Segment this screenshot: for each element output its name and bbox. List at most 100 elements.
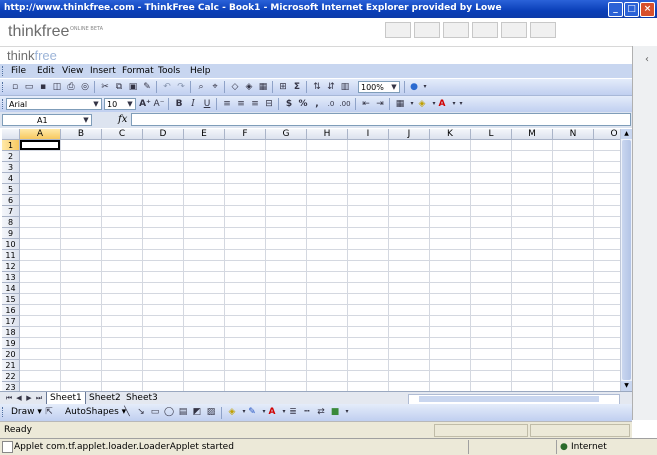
row-header[interactable]: 14 — [2, 283, 20, 294]
menu-file[interactable]: File — [11, 66, 26, 76]
sort-descending-icon[interactable]: ⇵ — [325, 81, 337, 93]
row-header[interactable]: 13 — [2, 272, 20, 283]
grow-font-icon[interactable]: A⁺ — [139, 98, 151, 110]
undo-icon[interactable]: ↶ — [161, 81, 173, 93]
column-header[interactable]: D — [143, 129, 184, 140]
row-header[interactable]: 15 — [2, 294, 20, 305]
vertical-scrollbar[interactable]: ▲ ▼ — [620, 129, 632, 391]
open-icon[interactable]: ▭ — [23, 81, 35, 93]
row-header[interactable]: 1 — [2, 140, 20, 151]
header-button-5[interactable] — [501, 22, 527, 38]
thinkfree-logo[interactable]: thinkfree — [8, 23, 69, 41]
menu-insert[interactable]: Insert — [90, 66, 116, 76]
header-button-2[interactable] — [414, 22, 440, 38]
select-objects-icon[interactable]: ⇱ — [43, 406, 55, 418]
clipart-icon[interactable]: ◩ — [191, 406, 203, 418]
sheet-tab-sheet2[interactable]: Sheet2 — [86, 392, 124, 404]
font-size-select[interactable]: 10 ▼ — [104, 98, 136, 110]
row-header[interactable]: 19 — [2, 338, 20, 349]
autoshapes-menu-button[interactable]: AutoShapes ▾ — [65, 407, 126, 417]
increase-decimal-icon[interactable]: .0 — [325, 98, 337, 110]
close-button[interactable]: × — [640, 2, 655, 17]
font-color-icon[interactable]: A — [436, 98, 448, 110]
underline-icon[interactable]: U — [201, 98, 213, 110]
comma-icon[interactable]: , — [311, 98, 323, 110]
row-header[interactable]: 22 — [2, 371, 20, 382]
pdf-icon[interactable]: ◫ — [51, 81, 63, 93]
save-icon[interactable]: ▪ — [37, 81, 49, 93]
borders-icon[interactable]: ▦ — [394, 98, 406, 110]
drawbar-grip[interactable] — [2, 407, 6, 417]
row-header[interactable]: 12 — [2, 261, 20, 272]
replace-icon[interactable]: ⌖ — [209, 81, 221, 93]
copy-icon[interactable]: ⧉ — [113, 81, 125, 93]
column-header[interactable]: E — [184, 129, 225, 140]
draw-menu-button[interactable]: Draw ▾ — [11, 407, 42, 417]
toolbar-grip[interactable] — [2, 82, 6, 92]
row-header[interactable]: 8 — [2, 217, 20, 228]
column-header[interactable]: J — [389, 129, 430, 140]
menu-view[interactable]: View — [62, 66, 83, 76]
column-header[interactable]: I — [348, 129, 389, 140]
shapes-icon[interactable]: ◈ — [243, 81, 255, 93]
cell-reference-box[interactable]: A1 ▼ — [2, 114, 92, 126]
fill-color-icon[interactable]: ◈ — [226, 406, 238, 418]
dash-style-icon[interactable]: ┅ — [301, 406, 313, 418]
row-header[interactable]: 5 — [2, 184, 20, 195]
menu-format[interactable]: Format — [122, 66, 154, 76]
line-icon[interactable]: ╲ — [121, 406, 133, 418]
redo-icon[interactable]: ↷ — [175, 81, 187, 93]
align-left-icon[interactable]: ≡ — [221, 98, 233, 110]
active-cell[interactable] — [20, 140, 60, 150]
column-header[interactable]: K — [430, 129, 471, 140]
row-header[interactable]: 10 — [2, 239, 20, 250]
column-header[interactable]: A — [20, 129, 61, 140]
eraser-icon[interactable]: ◇ — [229, 81, 241, 93]
merge-cells-icon[interactable]: ⊟ — [263, 98, 275, 110]
spreadsheet-grid[interactable]: A B C D E F G H I J K L M N O 1 2 3 4 5 6 7 8 9 10 11 12 13 14 15 16 17… — [2, 129, 631, 391]
column-header[interactable]: L — [471, 129, 512, 140]
print-icon[interactable]: ⎙ — [65, 81, 77, 93]
header-button-6[interactable] — [530, 22, 556, 38]
menu-edit[interactable]: Edit — [37, 66, 54, 76]
cut-icon[interactable]: ✂ — [99, 81, 111, 93]
formula-input[interactable] — [131, 113, 631, 126]
arrow-style-icon[interactable]: ⇄ — [315, 406, 327, 418]
find-icon[interactable]: ⌕ — [195, 81, 207, 93]
sheet-tab-sheet3[interactable]: Sheet3 — [123, 392, 161, 404]
column-header[interactable]: B — [61, 129, 102, 140]
align-right-icon[interactable]: ≡ — [249, 98, 261, 110]
image-icon[interactable]: ▦ — [257, 81, 269, 93]
column-header[interactable]: H — [307, 129, 348, 140]
horizontal-scroll-thumb[interactable] — [419, 396, 599, 402]
row-header[interactable]: 21 — [2, 360, 20, 371]
line-color-icon[interactable]: ✎ — [246, 406, 258, 418]
header-button-4[interactable] — [472, 22, 498, 38]
picture-icon[interactable]: ▨ — [205, 406, 217, 418]
panel-collapse-icon[interactable]: ‹ — [645, 54, 649, 65]
toolbar-options-icon[interactable]: ▾ — [419, 81, 431, 93]
shadow-icon[interactable]: ■ — [329, 406, 341, 418]
fill-color-icon[interactable]: ◈ — [416, 98, 428, 110]
print-preview-icon[interactable]: ◎ — [79, 81, 91, 93]
row-header[interactable]: 16 — [2, 305, 20, 316]
toolbar-options-icon[interactable]: ▾ — [341, 406, 353, 418]
decrease-decimal-icon[interactable]: .00 — [339, 98, 351, 110]
new-icon[interactable]: ▫ — [9, 81, 21, 93]
font-color-icon[interactable]: A — [266, 406, 278, 418]
oval-icon[interactable]: ◯ — [163, 406, 175, 418]
scroll-up-icon[interactable]: ▲ — [621, 129, 632, 139]
maximize-button[interactable]: □ — [624, 2, 639, 17]
column-header[interactable]: N — [553, 129, 594, 140]
align-center-icon[interactable]: ≡ — [235, 98, 247, 110]
italic-icon[interactable]: I — [187, 98, 199, 110]
column-header[interactable]: F — [225, 129, 266, 140]
header-button-1[interactable] — [385, 22, 411, 38]
function-icon[interactable]: fx — [118, 114, 127, 125]
side-panel[interactable]: ‹ — [632, 46, 657, 420]
rectangle-icon[interactable]: ▭ — [149, 406, 161, 418]
row-header[interactable]: 4 — [2, 173, 20, 184]
textbox-icon[interactable]: ▤ — [177, 406, 189, 418]
arrow-icon[interactable]: ↘ — [135, 406, 147, 418]
chart-icon[interactable]: ▥ — [339, 81, 351, 93]
